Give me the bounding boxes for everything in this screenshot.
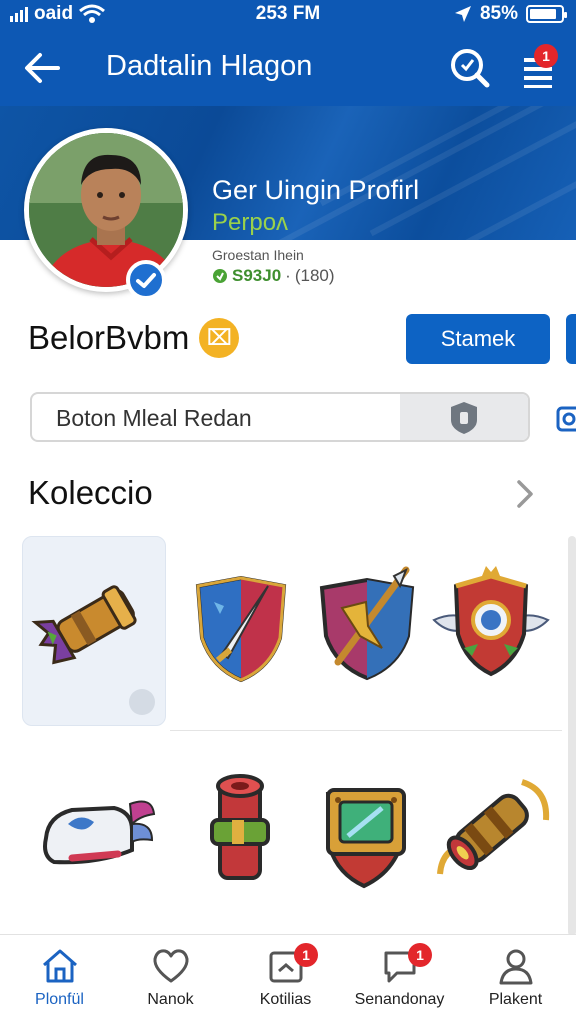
rank-badge-icon: ⌧ (199, 318, 240, 358)
collection-item[interactable] (170, 744, 314, 934)
stat-separator: · (285, 266, 291, 285)
nav-item-activity[interactable]: 1 Kotilias (228, 935, 343, 1024)
person-icon (499, 949, 533, 985)
collection-item[interactable] (420, 536, 564, 726)
profile-title: Ger Uingin Profirl (212, 175, 420, 205)
collection-item[interactable] (296, 744, 440, 934)
nav-item-account[interactable]: Plakent (458, 935, 573, 1024)
home-icon (43, 949, 77, 983)
app-title: Dadtalin Hlagon (106, 50, 313, 82)
heart-icon (153, 949, 189, 983)
gem-shield-icon (325, 788, 406, 889)
nav-label: Kotilias (259, 991, 312, 1008)
battery-icon (526, 5, 567, 23)
item-select-indicator (129, 689, 155, 715)
scroll-icon (210, 774, 270, 880)
battery-percent: 85% (479, 3, 518, 24)
coin-icon (213, 269, 227, 283)
nav-item-favorites[interactable]: Nanok (113, 935, 228, 1024)
collection-item[interactable] (170, 536, 314, 726)
avatar-photo (29, 133, 183, 287)
row-divider (170, 730, 562, 731)
winged-boot-icon (43, 800, 156, 865)
profile-name: BelorBvbm (28, 319, 190, 356)
menu-button[interactable]: 1 (516, 44, 562, 92)
nav-item-profile[interactable]: Plonfül (2, 935, 117, 1024)
stat-count: (180) (294, 266, 335, 285)
collection-title: Koleccio (28, 474, 153, 511)
app-bar: Dadtalin Hlagon 1 (0, 28, 576, 106)
follow-button[interactable]: Stamek (406, 314, 550, 364)
collection-item[interactable] (22, 744, 166, 934)
status-bar: oaid 253 FM 85% (0, 0, 576, 28)
secondary-action-button[interactable] (566, 314, 576, 364)
nav-label: Plakent (488, 991, 543, 1008)
collection-item[interactable] (22, 536, 166, 726)
location-arrow-icon (454, 6, 471, 22)
nav-label: Nanok (147, 991, 194, 1008)
scrollbar[interactable] (568, 536, 576, 936)
nav-badge: 1 (294, 943, 318, 967)
bottom-nav: Plonfül Nanok 1 Kotilias 1 Senandonay Pl… (0, 934, 576, 1024)
collection-item[interactable] (296, 536, 440, 726)
winged-shield-icon (432, 566, 550, 677)
search-input[interactable]: Boton Mleal Redan (30, 392, 530, 442)
nav-label: Plonfül (35, 991, 84, 1008)
menu-badge: 1 (534, 44, 558, 68)
nav-item-messages[interactable]: 1 Senandonay (342, 935, 457, 1024)
horn-cannon-icon (437, 779, 550, 875)
search-action[interactable] (400, 394, 528, 440)
sword-shield-icon (195, 575, 287, 683)
shield-icon (451, 402, 477, 434)
collection-item[interactable] (420, 744, 564, 934)
profile-subtitle: Perpoʌ (212, 209, 289, 236)
name-row: BelorBvbm ⌧ (28, 318, 240, 358)
back-arrow-icon[interactable] (20, 46, 64, 90)
verified-icon (126, 260, 166, 300)
spear-shield-icon (319, 566, 415, 681)
search-icon[interactable] (446, 44, 492, 90)
chevron-right-icon[interactable] (510, 476, 540, 512)
profile-meta: Groestan Ihein (212, 247, 304, 263)
search-input-value: Boton Mleal Redan (56, 405, 252, 431)
cannon-icon (31, 585, 137, 665)
nav-label: Senandonay (354, 991, 445, 1008)
camera-icon[interactable] (556, 402, 576, 436)
avatar[interactable] (24, 128, 188, 292)
profile-stat: S93J0 · (180) (212, 266, 335, 286)
nav-badge: 1 (408, 943, 432, 967)
stat-value: S93J0 (232, 266, 282, 285)
